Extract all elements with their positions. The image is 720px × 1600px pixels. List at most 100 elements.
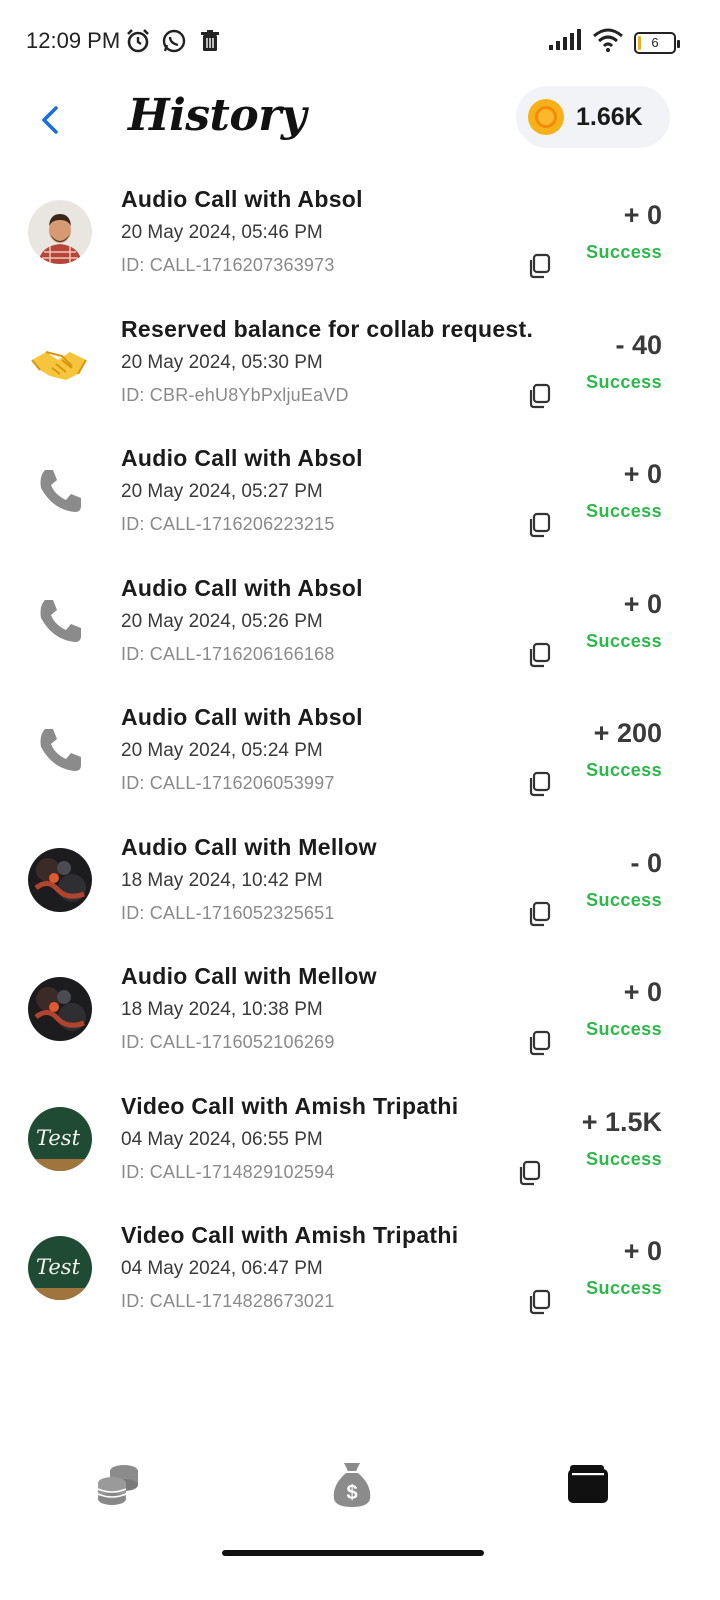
- transaction-amount: + 0: [623, 459, 662, 489]
- avatar-test-board: Test: [28, 1106, 92, 1171]
- handshake-icon: [28, 330, 92, 394]
- transaction-id: ID: CALL-1716052106269: [121, 1032, 335, 1052]
- transaction-row[interactable]: Audio Call with Mellow 18 May 2024, 10:38…: [0, 957, 720, 1087]
- transaction-row[interactable]: Audio Call with Absol 20 May 2024, 05:46 …: [0, 180, 720, 310]
- transaction-date: 20 May 2024, 05:24 PM: [121, 740, 323, 761]
- transaction-row[interactable]: Test Video Call with Amish Tripathi 04 May…: [0, 1216, 720, 1346]
- phone-icon: [28, 459, 92, 523]
- copy-icon[interactable]: [525, 900, 553, 928]
- transaction-title: Audio Call with Absol: [121, 574, 363, 601]
- signal-icon: [548, 29, 582, 56]
- transaction-amount: + 1.5K: [581, 1106, 662, 1137]
- coins-stack-icon: [97, 1465, 138, 1505]
- transaction-date: 18 May 2024, 10:38 PM: [121, 999, 323, 1020]
- wifi-icon: [592, 28, 624, 57]
- coin-balance-pill[interactable]: 1.66K: [516, 86, 670, 148]
- transaction-date: 20 May 2024, 05:27 PM: [121, 481, 323, 502]
- transaction-row[interactable]: Audio Call with Mellow 18 May 2024, 10:42…: [0, 828, 720, 958]
- copy-icon[interactable]: [525, 641, 553, 669]
- money-bag-icon: $: [333, 1463, 371, 1507]
- phone-icon: [28, 718, 92, 782]
- chevron-left-icon: [42, 106, 58, 134]
- transaction-row[interactable]: Audio Call with Absol 20 May 2024, 05:24 …: [0, 698, 720, 828]
- nav-coins[interactable]: [90, 1456, 146, 1512]
- transaction-status: Success: [586, 1148, 662, 1169]
- transaction-id: ID: CALL-1716207363973: [121, 255, 335, 275]
- nav-earnings[interactable]: $: [324, 1456, 380, 1512]
- transaction-amount: + 0: [623, 200, 662, 230]
- avatar-photo-dark: [28, 977, 92, 1041]
- phone-icon: [28, 589, 92, 653]
- copy-icon[interactable]: [525, 382, 553, 410]
- transaction-amount: + 0: [623, 588, 662, 619]
- bottom-nav: $: [0, 1440, 720, 1540]
- coin-balance: 1.66K: [576, 102, 643, 131]
- copy-icon[interactable]: [515, 1159, 543, 1187]
- copy-icon[interactable]: [525, 252, 553, 280]
- wallet-icon: [568, 1465, 608, 1503]
- alarm-icon: [124, 27, 152, 55]
- whatsapp-icon: [160, 27, 188, 55]
- avatar-photo-man: [28, 200, 92, 264]
- transaction-amount: + 200: [593, 718, 662, 748]
- transaction-id: ID: CALL-1716052325651: [121, 902, 335, 923]
- copy-icon[interactable]: [525, 1288, 553, 1316]
- transaction-date: 20 May 2024, 05:26 PM: [121, 610, 323, 632]
- battery-icon: 6: [634, 31, 680, 54]
- transaction-amount: + 0: [623, 977, 662, 1007]
- transaction-row[interactable]: Audio Call with Absol 20 May 2024, 05:27 …: [0, 439, 720, 569]
- svg-text:$: $: [346, 1482, 357, 1504]
- transaction-amount: - 0: [630, 847, 662, 878]
- transaction-id: ID: CALL-1714828673021: [121, 1291, 335, 1311]
- transaction-status: Success: [586, 760, 662, 780]
- transaction-date: 20 May 2024, 05:30 PM: [121, 351, 323, 373]
- header: History 1.66K: [0, 84, 720, 180]
- transaction-title: Reserved balance for collab request.: [121, 315, 534, 342]
- transaction-title: Audio Call with Absol: [121, 445, 363, 471]
- status-time: 12:09 PM: [26, 28, 121, 53]
- transaction-list: Audio Call with Absol 20 May 2024, 05:46 …: [0, 180, 720, 1346]
- transaction-row[interactable]: Audio Call with Absol 20 May 2024, 05:26 …: [0, 569, 720, 699]
- copy-icon[interactable]: [525, 511, 553, 539]
- transaction-title: Video Call with Amish Tripathi: [121, 1092, 459, 1119]
- home-indicator[interactable]: [222, 1550, 484, 1556]
- avatar-test-board: Test: [28, 1236, 92, 1300]
- page-title: History: [128, 90, 306, 141]
- transaction-status: Success: [586, 1278, 662, 1298]
- transaction-date: 18 May 2024, 10:42 PM: [121, 869, 323, 891]
- transaction-row[interactable]: Test Video Call with Amish Tripathi 04 May…: [0, 1087, 720, 1217]
- transaction-amount: - 40: [615, 329, 662, 360]
- transaction-status: Success: [586, 630, 662, 651]
- nav-wallet[interactable]: [560, 1456, 616, 1512]
- transaction-title: Audio Call with Absol: [121, 186, 363, 212]
- transaction-status: Success: [586, 501, 662, 521]
- transaction-amount: + 0: [623, 1236, 662, 1266]
- copy-icon[interactable]: [525, 770, 553, 798]
- status-bar: 12:09 PM 6: [0, 0, 720, 84]
- battery-level: 6: [651, 35, 659, 50]
- transaction-row[interactable]: Reserved balance for collab request. 20 M…: [0, 310, 720, 440]
- transaction-title: Video Call with Amish Tripathi: [121, 1222, 459, 1248]
- transaction-status: Success: [586, 371, 662, 392]
- transaction-title: Audio Call with Mellow: [121, 833, 377, 860]
- transaction-date: 04 May 2024, 06:47 PM: [121, 1258, 323, 1279]
- avatar-photo-dark: [28, 847, 92, 912]
- svg-text:Test: Test: [36, 1126, 81, 1150]
- trash-icon: [196, 27, 224, 55]
- coin-icon: [528, 99, 564, 135]
- transaction-title: Audio Call with Absol: [121, 704, 363, 730]
- transaction-status: Success: [586, 889, 662, 910]
- transaction-status: Success: [586, 1019, 662, 1039]
- transaction-id: ID: CALL-1716206053997: [121, 773, 335, 793]
- back-button[interactable]: [30, 100, 70, 140]
- transaction-id: ID: CALL-1714829102594: [121, 1161, 335, 1182]
- copy-icon[interactable]: [525, 1029, 553, 1057]
- transaction-status: Success: [586, 242, 662, 262]
- transaction-date: 20 May 2024, 05:46 PM: [121, 222, 323, 243]
- transaction-id: ID: CALL-1716206166168: [121, 643, 335, 664]
- transaction-title: Audio Call with Mellow: [121, 963, 377, 989]
- transaction-date: 04 May 2024, 06:55 PM: [121, 1128, 323, 1150]
- transaction-id: ID: CALL-1716206223215: [121, 514, 335, 534]
- transaction-id: ID: CBR-ehU8YbPxljuEaVD: [121, 384, 349, 405]
- svg-text:Test: Test: [36, 1255, 81, 1279]
